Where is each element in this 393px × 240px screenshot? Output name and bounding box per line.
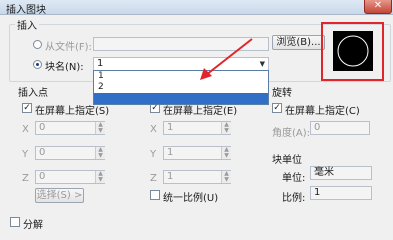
insertion-z-spinner[interactable]: ▲ ▼ <box>95 171 105 183</box>
scale-z-spinner[interactable]: ▲ ▼ <box>221 171 231 183</box>
spin-down-icon: ▼ <box>98 152 103 159</box>
ratio-label: 比例: <box>282 193 306 204</box>
scale-x-label: X <box>150 124 157 135</box>
from-file-radio[interactable] <box>33 40 42 49</box>
unit-field: 毫米 <box>310 166 372 180</box>
block-name-value: 1 <box>97 58 104 69</box>
window-title: 插入图块 <box>6 5 46 16</box>
scale-y-spinner[interactable]: ▲ ▼ <box>221 147 231 159</box>
scale-y-label: Y <box>150 149 157 160</box>
title-bar: 插入图块 <box>0 0 393 16</box>
highlight-box <box>321 22 384 81</box>
unit-value: 毫米 <box>314 167 334 178</box>
insertion-x-spinner[interactable]: ▲ ▼ <box>95 122 105 134</box>
explode-checkbox[interactable] <box>10 217 20 227</box>
unit-label: 单位: <box>282 173 306 184</box>
spin-down-icon: ▼ <box>98 176 103 183</box>
ratio-field: 1 <box>310 186 372 200</box>
scale-y-value: 1 <box>167 147 174 158</box>
spin-down-icon: ▼ <box>224 127 229 134</box>
spin-down-icon: ▼ <box>224 152 229 159</box>
block-name-radio[interactable] <box>33 60 42 69</box>
close-button[interactable]: ✕ <box>364 0 392 14</box>
spin-down-icon: ▼ <box>224 176 229 183</box>
select-point-button[interactable]: 选择(S) > <box>35 188 84 203</box>
insert-group-label: 插入 <box>15 17 39 32</box>
insertion-point-label: 插入点 <box>18 88 48 99</box>
insertion-z-label: Z <box>22 173 29 184</box>
scale-z-value: 1 <box>167 171 174 182</box>
uniform-scale-label: 统一比例(U) <box>163 193 219 204</box>
uniform-scale-checkbox[interactable] <box>150 190 160 200</box>
rotation-angle-value: 0 <box>314 122 321 133</box>
insertion-on-screen-checkbox[interactable]: ✓ <box>22 103 32 113</box>
from-file-label: 从文件(F): <box>45 42 92 53</box>
insertion-x-value: 0 <box>39 122 46 133</box>
annotation-arrow-icon <box>200 38 253 80</box>
scale-x-value: 1 <box>167 122 174 133</box>
scale-x-spinner[interactable]: ▲ ▼ <box>221 122 231 134</box>
insertion-y-value: 0 <box>39 147 46 158</box>
rotation-on-screen-label: 在屏幕上指定(C) <box>285 106 360 117</box>
insertion-x-label: X <box>22 124 29 135</box>
rotation-label: 旋转 <box>272 88 292 99</box>
chevron-down-icon[interactable]: ▼ <box>260 58 265 70</box>
insertion-y-spinner[interactable]: ▲ ▼ <box>95 147 105 159</box>
ratio-value: 1 <box>314 187 321 198</box>
browse-button[interactable]: 浏览(B)... <box>272 35 325 50</box>
rotation-on-screen-checkbox[interactable]: ✓ <box>272 103 282 113</box>
rotation-angle-label: 角度(A): <box>272 128 311 139</box>
spin-down-icon: ▼ <box>98 127 103 134</box>
rotation-angle-field[interactable]: 0 <box>310 121 370 135</box>
dropdown-option-highlighted[interactable] <box>94 93 268 104</box>
block-unit-label: 块单位 <box>272 155 302 166</box>
insertion-y-label: Y <box>22 149 29 160</box>
insertion-z-value: 0 <box>39 171 46 182</box>
block-name-label: 块名(N): <box>45 62 84 73</box>
scale-z-label: Z <box>150 173 157 184</box>
explode-label: 分解 <box>23 220 43 231</box>
